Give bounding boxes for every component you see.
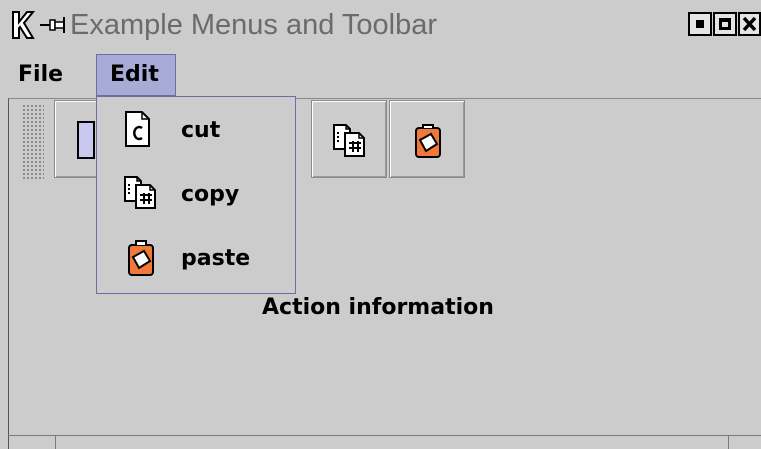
toolbar-copy-button[interactable] bbox=[311, 100, 387, 178]
paste-icon bbox=[415, 124, 441, 158]
cut-icon bbox=[125, 111, 150, 147]
menu-file[interactable]: File bbox=[18, 58, 63, 92]
minimize-button[interactable] bbox=[688, 12, 712, 36]
menu-item-label: paste bbox=[181, 246, 251, 271]
close-icon bbox=[742, 16, 757, 32]
kde-icon[interactable] bbox=[10, 8, 36, 42]
toolbar-paste-button[interactable] bbox=[389, 100, 465, 178]
menu-item-label: cut bbox=[181, 118, 221, 143]
edit-menu-popup: cut copy paste bbox=[96, 96, 296, 294]
bottom-divider-left bbox=[55, 435, 56, 449]
menu-item-cut[interactable]: cut bbox=[97, 101, 295, 161]
toolbar-grip[interactable] bbox=[22, 104, 44, 180]
maximize-icon bbox=[719, 18, 731, 30]
title-bar[interactable]: Example Menus and Toolbar bbox=[0, 0, 761, 50]
close-button[interactable] bbox=[738, 12, 761, 36]
window-title: Example Menus and Toolbar bbox=[70, 9, 438, 41]
paste-icon bbox=[128, 240, 154, 276]
copy-icon bbox=[333, 124, 365, 157]
bottom-border bbox=[8, 435, 761, 436]
minimize-icon bbox=[696, 20, 704, 28]
menu-item-label: copy bbox=[181, 182, 240, 207]
copy-icon bbox=[124, 176, 156, 209]
app-window: Example Menus and Toolbar File Edit Acti… bbox=[0, 0, 761, 449]
pin-icon[interactable] bbox=[38, 12, 68, 38]
action-info-label: Action information bbox=[262, 295, 494, 320]
bottom-divider-right bbox=[728, 435, 729, 449]
maximize-button[interactable] bbox=[713, 12, 737, 36]
menu-edit[interactable]: Edit bbox=[96, 54, 176, 96]
menu-item-copy[interactable]: copy bbox=[97, 165, 295, 225]
menu-item-paste[interactable]: paste bbox=[97, 229, 295, 289]
cut-icon bbox=[77, 121, 95, 159]
